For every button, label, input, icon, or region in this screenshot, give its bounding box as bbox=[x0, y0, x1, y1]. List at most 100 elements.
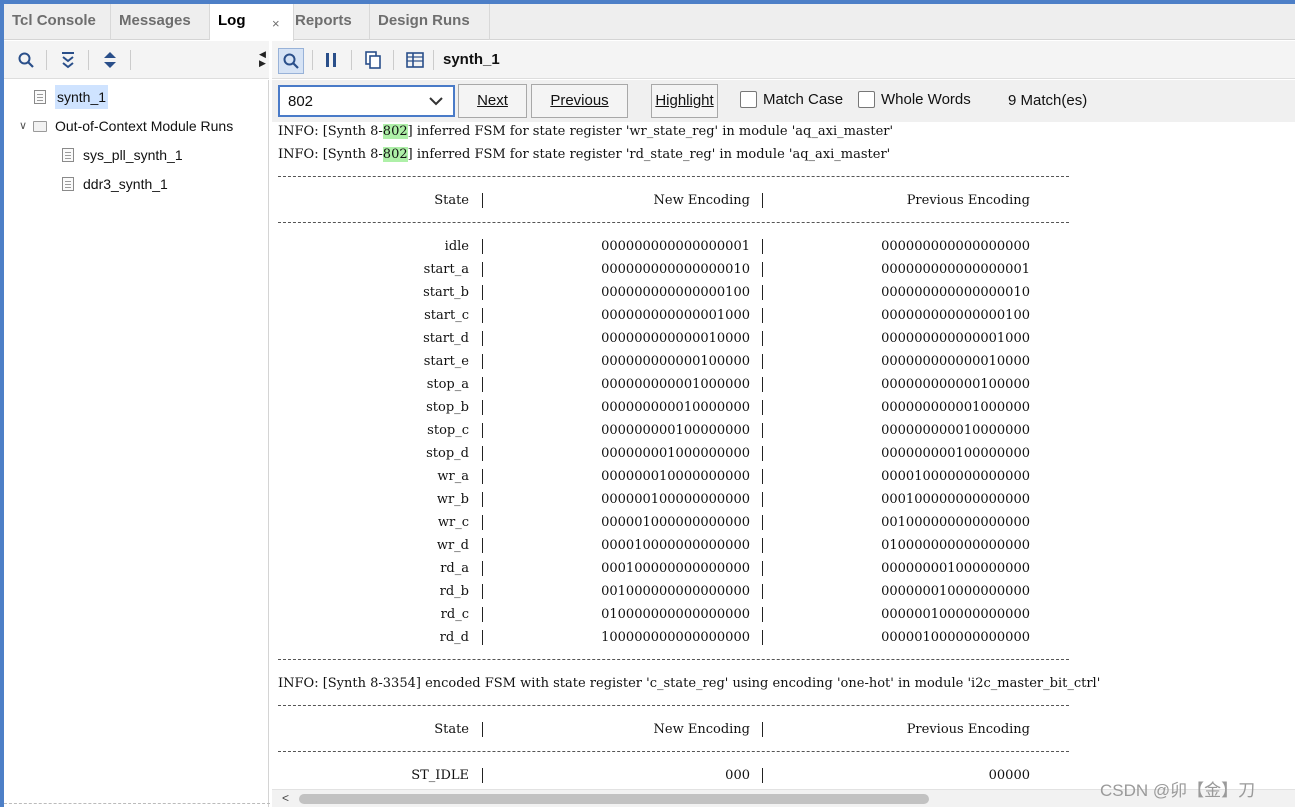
column-separator bbox=[482, 193, 483, 208]
chevron-down-icon[interactable]: ∨ bbox=[15, 114, 31, 138]
table-cell-state: rd_a bbox=[440, 561, 469, 576]
table-cell-previous-encoding: 000000000010000000 bbox=[881, 423, 1030, 438]
table-cell-new-encoding: 000010000000000000 bbox=[601, 538, 750, 553]
table-cell-previous-encoding: 001000000000000000 bbox=[881, 515, 1030, 530]
table-cell-state: rd_d bbox=[439, 630, 469, 645]
table-cell-previous-encoding: 000000000000000000 bbox=[881, 239, 1030, 254]
table-cell-new-encoding: 000000010000000000 bbox=[601, 469, 750, 484]
tab-bar: Tcl Console Messages Log × Reports Desig… bbox=[4, 4, 1295, 41]
table-cell-state: wr_c bbox=[437, 515, 469, 530]
table-cell-previous-encoding: 000000000000000100 bbox=[881, 308, 1030, 323]
expand-all-icon[interactable] bbox=[99, 49, 121, 71]
search-icon[interactable] bbox=[278, 48, 304, 74]
table-cell-new-encoding: 000000100000000000 bbox=[601, 492, 750, 507]
tree-item-ddr3-synth-1[interactable]: ddr3_synth_1 bbox=[62, 172, 168, 196]
column-separator bbox=[762, 492, 763, 507]
table-cell-new-encoding: 000001000000000000 bbox=[601, 515, 750, 530]
table-divider bbox=[278, 659, 1069, 660]
table-cell-new-encoding: 000000000000000001 bbox=[601, 239, 750, 254]
toolbar-separator bbox=[433, 50, 434, 70]
tab-log[interactable]: Log bbox=[210, 4, 294, 41]
log-output[interactable]: INFO: [Synth 8-802] inferred FSM for sta… bbox=[272, 122, 1295, 788]
chevron-left-icon[interactable]: < bbox=[282, 791, 289, 805]
log-text: INFO: [Synth 8- bbox=[278, 147, 383, 162]
column-separator bbox=[482, 515, 483, 530]
column-separator bbox=[762, 630, 763, 645]
match-case-checkbox[interactable]: Match Case bbox=[740, 91, 843, 108]
column-separator bbox=[762, 722, 763, 737]
table-cell-state: start_b bbox=[423, 285, 469, 300]
toolbar-separator bbox=[46, 50, 47, 70]
pause-icon[interactable] bbox=[320, 49, 342, 71]
close-icon[interactable]: × bbox=[272, 16, 280, 31]
table-cell-new-encoding: 000000000001000000 bbox=[601, 377, 750, 392]
document-icon bbox=[62, 177, 74, 191]
table-cell-previous-encoding: 000000000000001000 bbox=[881, 331, 1030, 346]
next-button-label: Next bbox=[477, 92, 508, 109]
column-separator bbox=[762, 538, 763, 553]
document-icon bbox=[62, 148, 74, 162]
table-cell-new-encoding: 010000000000000000 bbox=[601, 607, 750, 622]
copy-icon[interactable] bbox=[362, 49, 384, 71]
tree-item-ooc-runs[interactable]: ∨ Out-of-Context Module Runs bbox=[15, 114, 233, 138]
highlight-button[interactable]: Highlight bbox=[651, 84, 718, 118]
table-cell-previous-encoding: 00000 bbox=[988, 768, 1030, 783]
next-button[interactable]: Next bbox=[458, 84, 527, 118]
previous-button[interactable]: Previous bbox=[531, 84, 628, 118]
column-separator bbox=[482, 469, 483, 484]
log-text: ] inferred FSM for state register 'wr_st… bbox=[407, 124, 894, 139]
column-separator bbox=[762, 377, 763, 392]
column-separator bbox=[762, 607, 763, 622]
table-cell-new-encoding: 000000000000010000 bbox=[601, 331, 750, 346]
column-separator bbox=[762, 446, 763, 461]
tab-reports[interactable]: Reports bbox=[287, 4, 370, 40]
checkbox-box[interactable] bbox=[740, 91, 757, 108]
table-cell-state: ST_IDLE bbox=[411, 768, 469, 783]
chevron-down-icon[interactable] bbox=[428, 95, 444, 107]
search-match-highlight: 802 bbox=[382, 147, 408, 162]
column-separator bbox=[482, 446, 483, 461]
tab-tcl-console[interactable]: Tcl Console bbox=[4, 4, 111, 40]
whole-words-checkbox[interactable]: Whole Words bbox=[858, 91, 971, 108]
table-cell-previous-encoding: 000000100000000000 bbox=[881, 607, 1030, 622]
column-separator bbox=[482, 722, 483, 737]
log-toolbar: synth_1 bbox=[272, 41, 1295, 79]
collapse-all-icon[interactable] bbox=[57, 49, 79, 71]
tab-log-label: Log bbox=[218, 12, 246, 29]
table-cell-new-encoding: 000000000100000000 bbox=[601, 423, 750, 438]
tab-design-runs[interactable]: Design Runs bbox=[370, 4, 490, 40]
column-separator bbox=[482, 239, 483, 254]
pane-splitter-arrows[interactable]: ◀ ▶ bbox=[259, 50, 266, 68]
table-divider bbox=[278, 176, 1069, 177]
search-icon[interactable] bbox=[15, 49, 37, 71]
table-cell-new-encoding: 000000000000001000 bbox=[601, 308, 750, 323]
checkbox-box[interactable] bbox=[858, 91, 875, 108]
column-separator bbox=[482, 584, 483, 599]
table-header-new-encoding: New Encoding bbox=[653, 722, 750, 737]
whole-words-label: Whole Words bbox=[881, 91, 971, 108]
table-divider bbox=[278, 222, 1069, 223]
column-separator bbox=[762, 400, 763, 415]
run-name-label: synth_1 bbox=[443, 51, 500, 68]
column-separator bbox=[482, 423, 483, 438]
column-separator bbox=[482, 262, 483, 277]
table-cell-previous-encoding: 000000000001000000 bbox=[881, 400, 1030, 415]
column-separator bbox=[482, 492, 483, 507]
status-divider bbox=[4, 803, 270, 804]
tree-item-synth-1[interactable]: synth_1 bbox=[34, 85, 109, 109]
columns-icon[interactable] bbox=[404, 49, 426, 71]
table-cell-previous-encoding: 000000000000010000 bbox=[881, 354, 1030, 369]
column-separator bbox=[482, 607, 483, 622]
table-header-state: State bbox=[434, 193, 469, 208]
tab-messages[interactable]: Messages bbox=[111, 4, 210, 40]
column-separator bbox=[762, 584, 763, 599]
tree-item-sys-pll-synth-1[interactable]: sys_pll_synth_1 bbox=[62, 143, 183, 167]
log-line: INFO: [Synth 8-802] inferred FSM for sta… bbox=[278, 143, 890, 166]
table-cell-new-encoding: 000000000000000010 bbox=[601, 262, 750, 277]
scrollbar-thumb[interactable] bbox=[299, 794, 929, 804]
column-separator bbox=[762, 469, 763, 484]
column-separator bbox=[482, 538, 483, 553]
column-separator bbox=[762, 308, 763, 323]
search-match-highlight: 802 bbox=[382, 124, 408, 139]
table-header-new-encoding: New Encoding bbox=[653, 193, 750, 208]
